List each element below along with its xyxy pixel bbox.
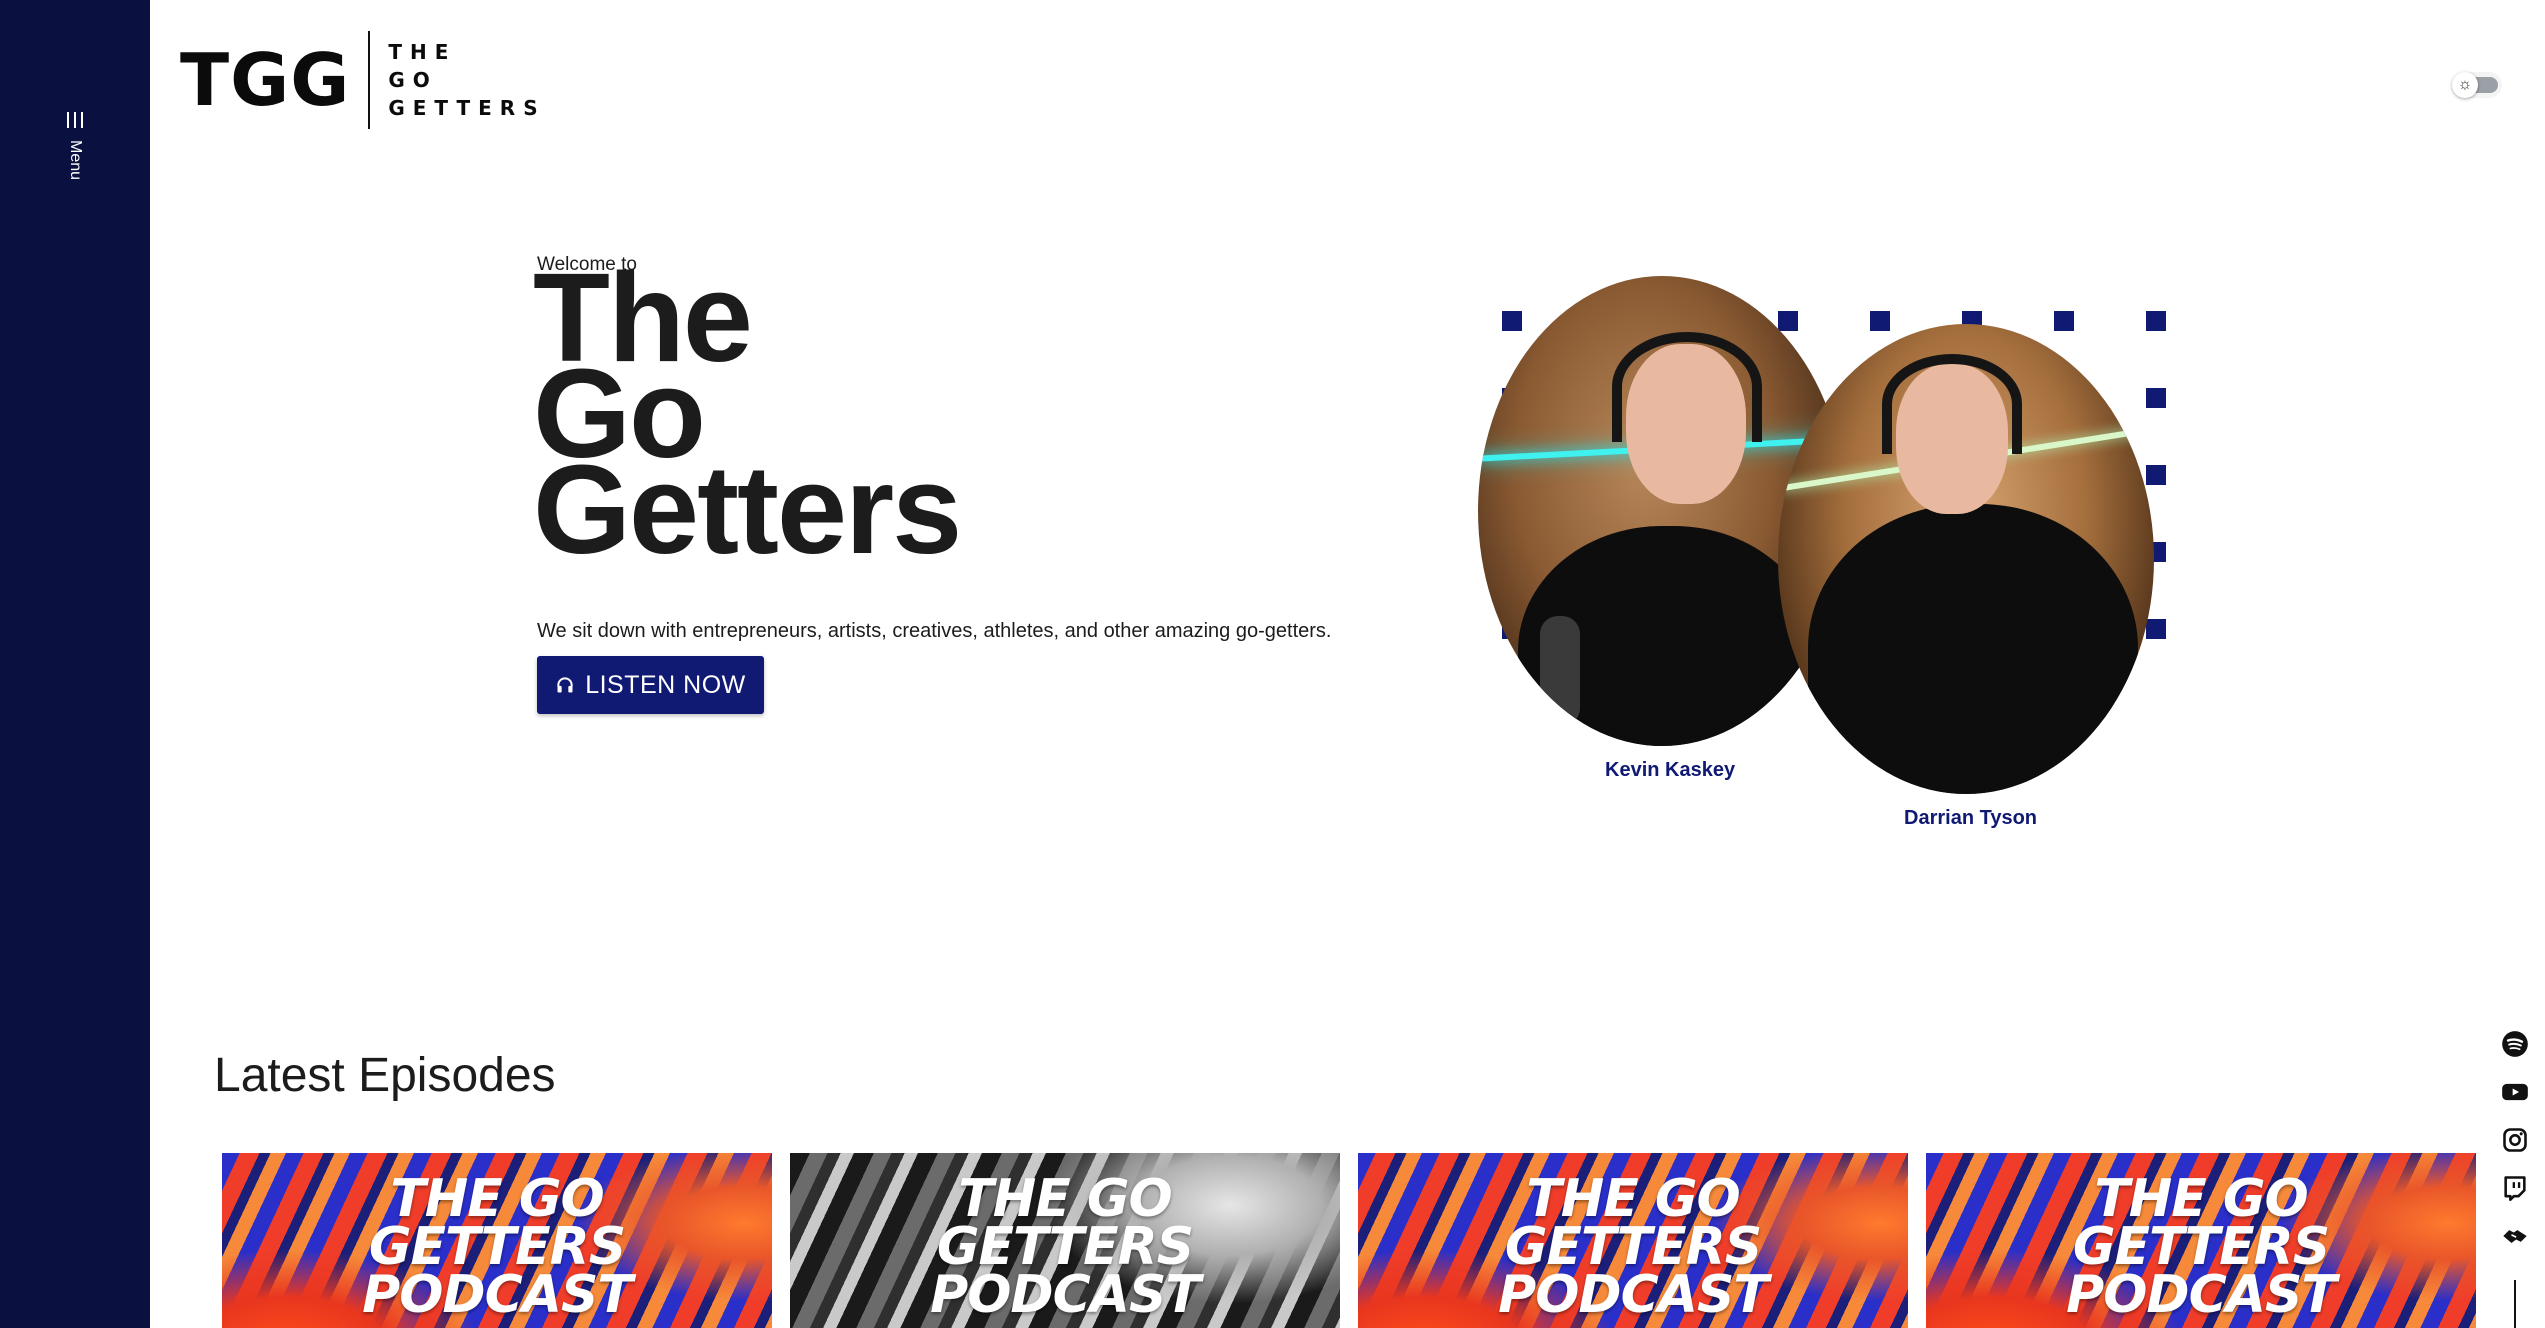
art-line: GETTERS: [936, 1217, 1194, 1277]
host-name: Darrian Tyson: [1904, 807, 2037, 829]
instagram-icon[interactable]: [2501, 1126, 2529, 1154]
logo-word: GO: [388, 68, 438, 92]
art-line: THE GO: [1526, 1169, 1741, 1229]
episode-art-text: THE GO GETTERS PODCAST: [222, 1169, 772, 1325]
art-line: PODCAST: [930, 1265, 1201, 1325]
social-links: [2497, 1030, 2533, 1250]
hero-description: We sit down with entrepreneurs, artists,…: [537, 620, 1332, 642]
art-line: PODCAST: [2066, 1265, 2337, 1325]
decor-dot: [2146, 388, 2166, 408]
microphone: [1540, 616, 1580, 726]
logo-word: GETTERS: [388, 96, 546, 120]
spotify-icon[interactable]: [2501, 1030, 2529, 1058]
logo-word: THE: [388, 40, 457, 64]
decor-dot: [1502, 311, 1522, 331]
art-line: GETTERS: [2072, 1217, 2330, 1277]
host-photo-darrian: [1778, 324, 2154, 794]
sidebar: Menu: [0, 0, 150, 1328]
hero-title: The Go Getters: [533, 255, 1233, 580]
art-line: THE GO: [390, 1169, 605, 1229]
rail-divider: [2514, 1280, 2516, 1328]
logo-mark: TGG: [180, 38, 351, 122]
episodes-row: THE GO GETTERS PODCAST THE GO GETTERS PO…: [222, 1153, 2476, 1328]
episode-card[interactable]: THE GO GETTERS PODCAST: [1358, 1153, 1908, 1328]
decor-dot: [2146, 465, 2166, 485]
hero-title-line: Getters: [533, 439, 962, 580]
headphones: [1612, 332, 1762, 442]
menu-button[interactable]: Menu: [50, 100, 100, 210]
listen-now-button[interactable]: LISTEN NOW: [537, 656, 764, 714]
twitch-icon[interactable]: [2501, 1174, 2529, 1202]
headphones: [1882, 354, 2022, 454]
art-line: THE GO: [2094, 1169, 2309, 1229]
decor-dot: [2054, 311, 2074, 331]
menu-icon: [67, 112, 83, 128]
logo-divider: [368, 31, 371, 129]
decor-dot: [2146, 311, 2166, 331]
art-line: PODCAST: [1498, 1265, 1769, 1325]
sun-icon: ☼: [2452, 72, 2478, 98]
episode-card[interactable]: THE GO GETTERS PODCAST: [790, 1153, 1340, 1328]
youtube-icon[interactable]: [2501, 1078, 2529, 1106]
listen-now-label: LISTEN NOW: [585, 670, 746, 699]
handshake-icon[interactable]: [2501, 1222, 2529, 1250]
decor-dot: [2146, 619, 2166, 639]
episode-art-text: THE GO GETTERS PODCAST: [1358, 1169, 1908, 1325]
art-line: PODCAST: [362, 1265, 633, 1325]
episode-art-text: THE GO GETTERS PODCAST: [1926, 1169, 2476, 1325]
art-line: GETTERS: [1504, 1217, 1762, 1277]
menu-label: Menu: [67, 139, 84, 181]
episode-art-text: THE GO GETTERS PODCAST: [790, 1169, 1340, 1325]
logo-wordmark: THE GO GETTERS: [388, 40, 545, 120]
site-logo[interactable]: TGG THE GO GETTERS: [180, 30, 546, 130]
latest-episodes-title: Latest Episodes: [214, 1049, 556, 1102]
decor-dot: [1870, 311, 1890, 331]
art-line: GETTERS: [368, 1217, 626, 1277]
art-line: THE GO: [958, 1169, 1173, 1229]
decor-dot: [1778, 311, 1798, 331]
host-name: Kevin Kaskey: [1605, 759, 1736, 781]
theme-toggle[interactable]: ☼: [2452, 72, 2502, 98]
episode-card[interactable]: THE GO GETTERS PODCAST: [222, 1153, 772, 1328]
episode-card[interactable]: THE GO GETTERS PODCAST: [1926, 1153, 2476, 1328]
host-silhouette: [1808, 504, 2138, 794]
headphones-icon: [557, 677, 573, 693]
